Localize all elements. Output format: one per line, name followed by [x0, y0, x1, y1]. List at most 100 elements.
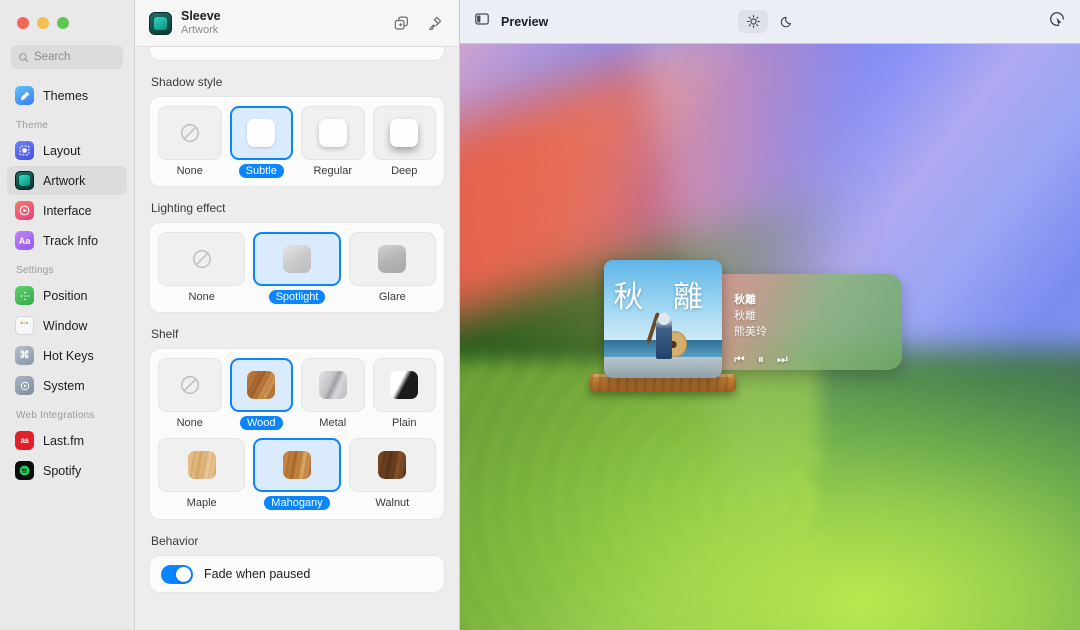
sidebar-item-spotify[interactable]: Spotify: [7, 456, 127, 485]
dark-mode-button[interactable]: [772, 10, 802, 33]
sidebar-item-system[interactable]: System: [7, 371, 127, 400]
lighting-option-glare[interactable]: Glare: [348, 232, 436, 304]
spotify-icon: [15, 461, 34, 480]
moon-icon: [780, 16, 791, 28]
window-icon: [15, 316, 34, 335]
option-label: Spotlight: [268, 290, 326, 304]
preview-title: Preview: [501, 14, 549, 29]
settings-scroll-area[interactable]: Shadow style None Subtle Regular Deep Li…: [135, 47, 459, 630]
shelf-swatch-wood: [247, 371, 276, 399]
shelf-swatch-metal: [318, 371, 347, 399]
preview-canvas: 秋 離 秋離 秋離 熊美玲 ⏮ ⏸ ⏭: [460, 44, 1080, 630]
option-label: Wood: [239, 416, 283, 430]
shelf-option-none[interactable]: None: [158, 358, 222, 430]
app-name: Sleeve: [181, 9, 221, 24]
lighting-swatch-glare: [378, 245, 407, 273]
panel-toggle-button[interactable]: [474, 11, 490, 32]
wood-option-walnut[interactable]: Walnut: [348, 438, 436, 510]
sidebar-item-lastfm[interactable]: as Last.fm: [7, 426, 127, 455]
shadow-option-none[interactable]: None: [158, 106, 222, 178]
wood-option-maple[interactable]: Maple: [158, 438, 246, 510]
shelf-option-plain[interactable]: Plain: [372, 358, 436, 430]
shelf-swatch-plain: [390, 371, 419, 399]
play-pause-button[interactable]: ⏸: [758, 352, 764, 367]
no-symbol-icon: [192, 250, 211, 268]
lighting-option-spotlight[interactable]: Spotlight: [253, 232, 341, 304]
track-info-icon: Aa: [15, 231, 34, 250]
shadow-option-regular[interactable]: Regular: [301, 106, 365, 178]
no-symbol-icon: [180, 124, 199, 142]
sidebar-item-label: System: [43, 378, 85, 393]
sleeve-app-icon: [149, 11, 172, 35]
sidebar-item-track-info[interactable]: Aa Track Info: [7, 226, 127, 255]
light-mode-button[interactable]: [738, 10, 768, 33]
app-window: Search Themes Theme Layout Artwork Inter…: [0, 0, 1080, 630]
wood-swatch-walnut: [378, 451, 407, 479]
panel-section-name: Artwork: [181, 23, 219, 36]
traffic-lights: [0, 0, 134, 29]
option-label: Walnut: [375, 497, 410, 509]
system-icon: [15, 376, 34, 395]
shadow-option-deep[interactable]: Deep: [372, 106, 436, 178]
edit-theme-button[interactable]: [422, 11, 446, 35]
close-button[interactable]: [17, 17, 29, 29]
sidebar-item-label: Last.fm: [43, 433, 84, 448]
lighting-swatch-spotlight: [282, 245, 311, 273]
sidebar-item-label: Interface: [43, 203, 92, 218]
shelf-option-wood[interactable]: Wood: [229, 358, 293, 430]
option-label: Maple: [186, 497, 217, 509]
sidebar-item-label: Themes: [43, 88, 89, 103]
option-label: None: [188, 291, 215, 303]
wood-option-mahogany[interactable]: Mahogany: [253, 438, 341, 510]
pointer-preview-button[interactable]: [1048, 10, 1066, 33]
sidebar-item-window[interactable]: Window: [7, 311, 127, 340]
sidebar-item-artwork[interactable]: Artwork: [7, 166, 127, 195]
option-label: Metal: [319, 417, 347, 429]
shelf-option-metal[interactable]: Metal: [301, 358, 365, 430]
zoom-button[interactable]: [57, 17, 69, 29]
paintbrush-icon: [428, 16, 441, 30]
shadow-swatch-regular: [318, 119, 347, 147]
settings-panel: Sleeve Artwork Shadow style None Subtle …: [135, 0, 460, 630]
shadow-swatch-subtle: [247, 119, 276, 147]
sidebar-group-web-label: Web Integrations: [16, 410, 95, 421]
preview-panel: Preview 秋 離 秋離 秋離 熊美玲 ⏮ ⏸ ⏭: [460, 0, 1080, 630]
shadow-option-subtle[interactable]: Subtle: [229, 106, 293, 178]
search-placeholder: Search: [34, 51, 71, 63]
fade-when-paused-toggle[interactable]: [161, 564, 193, 584]
panel-header: Sleeve Artwork: [135, 0, 459, 47]
themes-icon: [15, 86, 34, 105]
cursor-circle-icon: [1050, 12, 1064, 26]
duplicate-theme-button[interactable]: [389, 11, 413, 35]
previous-section-card-clipped: [149, 47, 445, 61]
sidebar-item-label: Hot Keys: [43, 348, 94, 363]
lighting-option-none[interactable]: None: [158, 232, 246, 304]
sun-icon: [746, 15, 760, 28]
position-icon: [15, 286, 34, 305]
option-label: Plain: [392, 417, 417, 429]
widget-transport-controls: ⏮ ⏸ ⏭: [734, 352, 788, 367]
interface-icon: [15, 201, 34, 220]
sleeve-widget[interactable]: 秋 離 秋離 秋離 熊美玲 ⏮ ⏸ ⏭: [590, 260, 902, 392]
behavior-card: Fade when paused: [149, 555, 445, 593]
shadow-swatch-deep: [390, 119, 419, 147]
sidebar-item-label: Layout: [43, 143, 81, 158]
previous-track-button[interactable]: ⏮: [734, 352, 745, 367]
sidebar-item-position[interactable]: Position: [7, 281, 127, 310]
wood-swatch-mahogany: [282, 451, 311, 479]
option-label: Subtle: [238, 164, 284, 178]
wood-swatch-maple: [187, 451, 216, 479]
search-input[interactable]: Search: [11, 45, 123, 69]
sidebar-item-layout[interactable]: Layout: [7, 136, 127, 165]
layout-icon: [15, 141, 34, 160]
sidebar-item-hot-keys[interactable]: ⌘ Hot Keys: [7, 341, 127, 370]
minimize-button[interactable]: [37, 17, 49, 29]
widget-artist-name: 熊美玲: [734, 324, 767, 338]
option-label: None: [176, 165, 203, 177]
fade-when-paused-label: Fade when paused: [204, 567, 311, 581]
appearance-segmented-control: [460, 10, 1080, 33]
shelf-card: None Wood Metal Plain Maple Mahogany Wal…: [149, 348, 445, 520]
next-track-button[interactable]: ⏭: [777, 352, 788, 367]
sidebar-item-themes[interactable]: Themes: [7, 81, 127, 110]
sidebar-item-interface[interactable]: Interface: [7, 196, 127, 225]
